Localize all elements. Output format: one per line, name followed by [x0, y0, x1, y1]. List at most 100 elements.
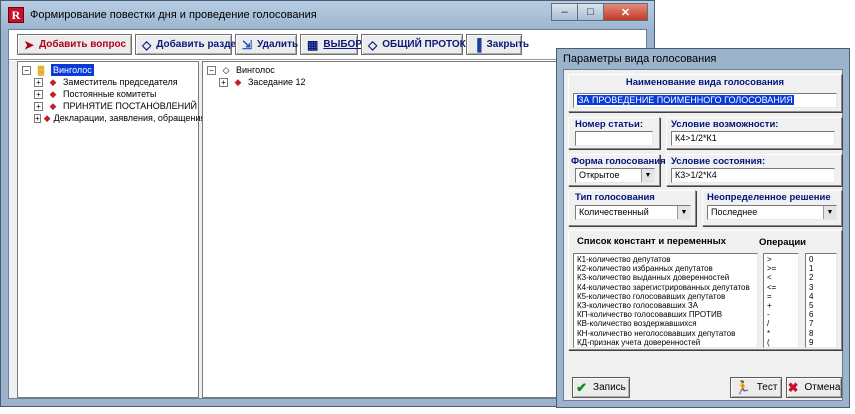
name-input[interactable]: ЗА ПРОВЕДЕНИЕ ПОИМЕННОГО ГОЛОСОВАНИЯ	[573, 93, 837, 108]
cancel-button[interactable]: ✖ Отмена	[786, 377, 842, 398]
add-section-button[interactable]: ◇ Добавить раздел	[135, 34, 242, 55]
expand-icon[interactable]: +	[34, 77, 43, 87]
folder-icon: ◆	[234, 77, 242, 87]
list-item[interactable]: К3-количество выданных доверенностей	[577, 273, 754, 282]
maximize-button[interactable]: □	[577, 3, 604, 21]
list-item[interactable]: КЗ-количество голосовавших ЗА	[577, 301, 754, 310]
list-item[interactable]: /	[767, 319, 795, 328]
article-input[interactable]	[575, 131, 653, 146]
list-item[interactable]: 5	[809, 301, 833, 310]
list-item[interactable]: =	[767, 292, 795, 301]
select-button[interactable]: ▦ ВЫБОР	[300, 34, 362, 55]
close-button[interactable]: ▐ Закрыть	[466, 34, 529, 55]
diamond-icon: ◇	[368, 37, 378, 52]
form-group: Форма голосования Открытое ▼	[568, 154, 666, 186]
form-select[interactable]: Открытое ▼	[575, 168, 655, 183]
article-group: Номер статьи:	[568, 117, 660, 149]
tree-item[interactable]: + ◆ Декларации, заявления, обращения	[34, 112, 205, 124]
type-select[interactable]: Количественный ▼	[575, 205, 691, 220]
tree-item-label[interactable]: Заместитель председателя	[63, 76, 178, 88]
constants-label: Список констант и переменных	[577, 236, 726, 247]
panes-area: − ▓ Винголос + ◆ Заместитель председател…	[9, 61, 646, 398]
state-group: Условие состояния: К3>1/2*К4	[666, 154, 842, 186]
tree-item[interactable]: + ◆ Постоянные комитеты	[34, 88, 198, 100]
tree-item-label[interactable]: Постоянные комитеты	[63, 88, 156, 100]
possibility-input[interactable]: К4>1/2*К1	[671, 131, 835, 146]
form-value: Открытое	[579, 170, 620, 180]
constants-list[interactable]: К1-количество депутатов К2-количество из…	[573, 253, 758, 348]
app-icon[interactable]: R	[8, 7, 24, 23]
select-label: ВЫБОР	[323, 39, 362, 50]
expand-icon[interactable]: +	[34, 113, 41, 123]
digits-list[interactable]: 0 1 2 3 4 5 6 7 8 9	[805, 253, 837, 348]
cancel-label: Отмена	[804, 382, 841, 393]
folder-icon: ◆	[49, 101, 57, 111]
name-label: Наименование вида голосования	[625, 77, 785, 88]
list-item[interactable]: КП-количество голосовавших ПРОТИВ	[577, 310, 754, 319]
list-item[interactable]: 1	[809, 264, 833, 273]
list-item[interactable]: >=	[767, 264, 795, 273]
list-item[interactable]: 7	[809, 319, 833, 328]
folder-icon: ◆	[43, 113, 51, 123]
add-question-label: Добавить вопрос	[39, 39, 127, 50]
type-value: Количественный	[579, 207, 649, 217]
collapse-icon[interactable]: −	[22, 65, 31, 75]
list-item[interactable]: 6	[809, 310, 833, 319]
tree-item-label[interactable]: ПРИНЯТИЕ ПОСТАНОВЛЕНИЙ	[63, 100, 197, 112]
collapse-icon[interactable]: −	[207, 65, 216, 75]
list-item[interactable]: (	[767, 338, 795, 347]
close-window-button[interactable]: ✕	[603, 3, 648, 21]
main-window-title: Формирование повестки дня и проведение г…	[30, 9, 317, 21]
list-item[interactable]: 9	[809, 338, 833, 347]
chevron-down-icon[interactable]: ▼	[823, 206, 836, 219]
list-item[interactable]: 8	[809, 329, 833, 338]
test-button[interactable]: 🏃 Тест	[730, 377, 782, 398]
list-item[interactable]: 3	[809, 283, 833, 292]
tree-root[interactable]: − ▓ Винголос	[22, 64, 198, 76]
tree-item-label[interactable]: Декларации, заявления, обращения	[54, 112, 206, 124]
operations-label: Операции	[759, 237, 807, 248]
expand-icon[interactable]: +	[34, 101, 43, 111]
tree-item[interactable]: + ◆ ПРИНЯТИЕ ПОСТАНОВЛЕНИЙ	[34, 100, 198, 112]
save-button[interactable]: ✔ Запись	[572, 377, 630, 398]
state-input[interactable]: К3>1/2*К4	[671, 168, 835, 183]
list-item[interactable]: КД-признак учета доверенностей	[577, 338, 754, 347]
operations-list[interactable]: > >= < <= = + - / * (	[763, 253, 799, 348]
expand-icon[interactable]: +	[34, 89, 43, 99]
tree-item[interactable]: + ◆ Заместитель председателя	[34, 76, 198, 88]
chevron-down-icon[interactable]: ▼	[677, 206, 690, 219]
list-item[interactable]: +	[767, 301, 795, 310]
voting-params-dialog: Параметры вида голосования Наименование …	[556, 48, 850, 408]
tree-root-label[interactable]: Винголос	[51, 64, 94, 76]
list-item[interactable]: КВ-количество воздержавшихся	[577, 319, 754, 328]
expand-icon[interactable]: +	[219, 77, 228, 87]
possibility-label: Условие возможности:	[671, 119, 779, 130]
dialog-title[interactable]: Параметры вида голосования	[563, 53, 716, 65]
test-label: Тест	[756, 382, 778, 393]
list-item[interactable]: 2	[809, 273, 833, 282]
tree-root-label[interactable]: Винголос	[236, 64, 275, 76]
agenda-tree-pane[interactable]: − ▓ Винголос + ◆ Заместитель председател…	[17, 61, 205, 398]
red-arrow-icon: ➤	[24, 37, 35, 52]
chevron-down-icon[interactable]: ▼	[641, 169, 654, 182]
list-item[interactable]: >	[767, 255, 795, 264]
minimize-button[interactable]: –	[551, 3, 578, 21]
add-question-button[interactable]: ➤ Добавить вопрос	[17, 34, 132, 55]
delete-button[interactable]: ⇲ Удалить	[235, 34, 298, 55]
main-titlebar[interactable]: R Формирование повестки дня и проведение…	[1, 1, 654, 29]
list-item[interactable]: К4-количество зарегистрированных депутат…	[577, 283, 754, 292]
state-label: Условие состояния:	[671, 156, 766, 167]
list-item[interactable]: -	[767, 310, 795, 319]
list-item[interactable]: К5-количество голосовавших депутатов	[577, 292, 754, 301]
list-item[interactable]: <=	[767, 283, 795, 292]
list-item[interactable]: 4	[809, 292, 833, 301]
undefined-select[interactable]: Последнее ▼	[707, 205, 837, 220]
list-item[interactable]: *	[767, 329, 795, 338]
list-item[interactable]: К2-количество избранных депутатов	[577, 264, 754, 273]
list-item[interactable]: КН-количество неголосовавших депутатов	[577, 329, 754, 338]
list-item[interactable]: 0	[809, 255, 833, 264]
list-item[interactable]: <	[767, 273, 795, 282]
list-item[interactable]: К1-количество депутатов	[577, 255, 754, 264]
tree-item-label[interactable]: Заседание 12	[248, 76, 306, 88]
general-protocol-button[interactable]: ◇ ОБЩИЙ ПРОТОКОЛ	[361, 34, 480, 55]
